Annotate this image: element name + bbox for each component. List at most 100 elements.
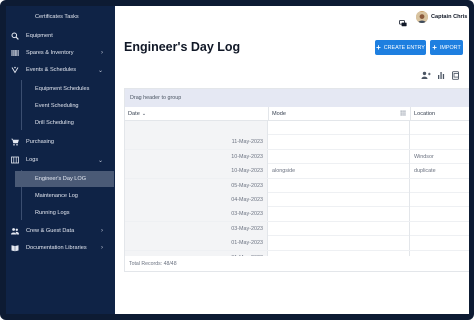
sidebar-item-crew-guest-data[interactable]: Crew & Guest Data › bbox=[6, 223, 115, 239]
sidebar-item-label: Maintenance Log bbox=[35, 193, 78, 199]
sidebar-item-label: Spares & Inventory bbox=[26, 50, 74, 56]
cell-mode bbox=[269, 221, 410, 236]
cell-date: 05-May-2023 bbox=[125, 178, 268, 193]
table-row[interactable]: 11-May-2023 bbox=[125, 135, 469, 150]
cell-mode bbox=[269, 236, 410, 251]
bar-chart-icon[interactable] bbox=[436, 67, 446, 79]
import-button[interactable]: + IMPORT bbox=[430, 40, 463, 55]
sidebar-item-label: Equipment bbox=[26, 33, 53, 39]
cell-location bbox=[411, 236, 469, 250]
sidebar-item-equipment-schedules[interactable]: Equipment Schedules bbox=[15, 81, 114, 97]
cell-mode bbox=[269, 121, 410, 135]
chevron-right-icon: › bbox=[101, 245, 103, 251]
export-icon[interactable] bbox=[451, 67, 461, 80]
cart-icon bbox=[11, 138, 19, 146]
sidebar-item-maintenance-log[interactable]: Maintenance Log bbox=[15, 188, 114, 204]
total-records: Total Records: 48/48 bbox=[129, 260, 177, 267]
column-header-label: Location bbox=[414, 110, 436, 117]
cell-location bbox=[411, 179, 469, 193]
column-header-location[interactable]: Location bbox=[411, 107, 469, 121]
main-content: Captain Chris Engineer's Day Log + CREAT… bbox=[115, 6, 469, 314]
cell-location bbox=[411, 222, 469, 236]
event-icon bbox=[11, 66, 19, 74]
table-row[interactable]: 04-May-2023 bbox=[125, 193, 469, 208]
sidebar-item-documentation-libraries[interactable]: Documentation Libraries › bbox=[6, 240, 115, 256]
sidebar-item-purchasing[interactable]: Purchasing bbox=[6, 134, 115, 150]
cell-date: 04-May-2023 bbox=[125, 193, 268, 207]
cell-date: 10-May-2023 bbox=[125, 164, 268, 179]
user-name[interactable]: Captain Chris bbox=[431, 14, 467, 20]
sidebar-item-label: Crew & Guest Data bbox=[26, 228, 75, 234]
cell-mode bbox=[269, 207, 410, 222]
book-icon bbox=[11, 244, 19, 252]
cell-location bbox=[411, 135, 469, 149]
sidebar-item-events-schedules[interactable]: Events & Schedules ⌄ bbox=[6, 62, 115, 78]
chevron-right-icon: › bbox=[101, 228, 103, 234]
table-row[interactable]: 03-May-2023 bbox=[125, 221, 469, 237]
table-row[interactable]: 10-May-2023 Windsor bbox=[125, 149, 469, 165]
sidebar-item-certificates-tasks[interactable]: Certificates Tasks bbox=[6, 9, 115, 25]
sidebar-item-label: Event Scheduling bbox=[35, 103, 79, 109]
cell-date: 03-May-2023 bbox=[125, 221, 268, 236]
sidebar-item-equipment[interactable]: Equipment bbox=[6, 28, 115, 44]
cell-location bbox=[411, 207, 469, 221]
sidebar-item-label: Events & Schedules bbox=[26, 67, 77, 73]
sidebar-item-label: Equipment Schedules bbox=[35, 86, 90, 92]
barcode-icon bbox=[11, 49, 19, 57]
cell-date: 10-May-2023 bbox=[125, 149, 268, 164]
sidebar-item-event-scheduling[interactable]: Event Scheduling bbox=[15, 98, 114, 114]
data-grid: Drag header to group Date ⌄ Mode Locatio… bbox=[124, 88, 469, 272]
group-hint: Drag header to group bbox=[130, 95, 182, 101]
sidebar-item-label: Engineer's Day LOG bbox=[35, 176, 87, 182]
chevron-right-icon: › bbox=[101, 50, 103, 56]
cell-date: 03-May-2023 bbox=[125, 207, 268, 222]
chevron-down-icon: ⌄ bbox=[97, 67, 103, 74]
cell-mode bbox=[269, 193, 410, 207]
create-entry-label: CREATE ENTRY bbox=[383, 44, 425, 51]
logs-icon bbox=[11, 156, 19, 164]
cell-location: Windsor bbox=[414, 153, 434, 160]
chevron-down-icon: ⌄ bbox=[97, 157, 103, 164]
sidebar-item-engineers-day-log[interactable]: Engineer's Day LOG bbox=[15, 171, 114, 187]
cell-mode bbox=[269, 149, 410, 164]
cell-date: 11-May-2023 bbox=[125, 135, 268, 150]
chat-icon[interactable] bbox=[399, 14, 407, 27]
sidebar-item-running-logs[interactable]: Running Logs bbox=[15, 205, 114, 221]
sidebar-item-label: Certificates Tasks bbox=[35, 14, 79, 20]
sort-arrow-icon: ⌄ bbox=[141, 110, 147, 117]
sidebar-item-logs[interactable]: Logs ⌄ bbox=[6, 152, 115, 168]
cell-mode: alongside bbox=[269, 164, 410, 179]
plus-icon: + bbox=[432, 42, 437, 52]
sidebar-item-spares-inventory[interactable]: Spares & Inventory › bbox=[6, 45, 115, 61]
column-header-label: Mode bbox=[272, 110, 286, 117]
plus-icon: + bbox=[376, 42, 381, 52]
cell-date: 01-May-2023 bbox=[125, 236, 268, 251]
group-drop-area[interactable]: Drag header to group bbox=[125, 89, 469, 107]
cell-mode bbox=[269, 178, 410, 193]
table-row[interactable]: 10-May-2023 alongside duplicate bbox=[125, 164, 469, 179]
column-header-date[interactable]: Date ⌄ bbox=[125, 107, 269, 121]
grid-footer: Total Records: 48/48 bbox=[125, 256, 469, 271]
cell-location: duplicate bbox=[414, 168, 436, 175]
column-menu-icon[interactable] bbox=[400, 110, 406, 118]
cell-location bbox=[411, 193, 469, 207]
table-row[interactable]: 01-May-2023 bbox=[125, 236, 469, 251]
people-icon bbox=[11, 227, 19, 235]
sidebar-item-label: Running Logs bbox=[35, 210, 70, 216]
column-header-label: Date bbox=[128, 110, 140, 117]
table-row[interactable] bbox=[125, 121, 469, 136]
cell-location bbox=[411, 121, 469, 135]
page-title: Engineer's Day Log bbox=[124, 40, 241, 54]
sidebar-item-drill-scheduling[interactable]: Drill Scheduling bbox=[15, 115, 114, 131]
table-row[interactable]: 03-May-2023 bbox=[125, 207, 469, 222]
sidebar-item-label: Documentation Libraries bbox=[26, 245, 87, 251]
cell-date bbox=[125, 121, 268, 135]
avatar[interactable] bbox=[416, 11, 428, 23]
table-row[interactable]: 05-May-2023 bbox=[125, 178, 469, 193]
column-header-mode[interactable]: Mode bbox=[269, 107, 411, 121]
create-entry-button[interactable]: + CREATE ENTRY bbox=[375, 40, 426, 55]
import-label: IMPORT bbox=[439, 44, 461, 51]
user-settings-icon[interactable] bbox=[421, 67, 431, 79]
cell-mode bbox=[269, 135, 410, 150]
sidebar: Certificates Tasks Equipment Spares & In… bbox=[6, 6, 115, 314]
